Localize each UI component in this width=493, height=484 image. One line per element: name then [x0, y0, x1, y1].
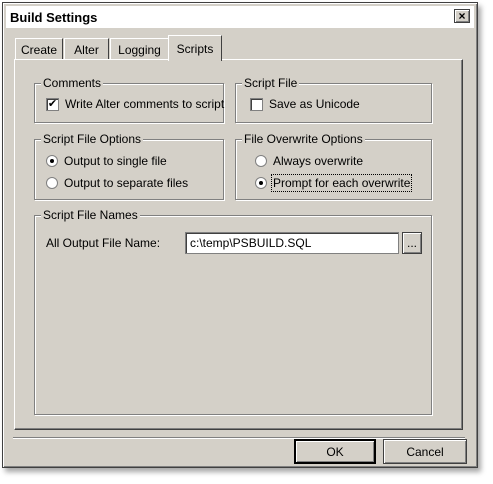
tab-scripts-label: Scripts [176, 41, 214, 56]
browse-ellipsis-icon: ... [406, 236, 417, 250]
cancel-button[interactable]: Cancel [383, 439, 467, 464]
close-button[interactable]: × [454, 9, 470, 23]
file-overwrite-options-legend: File Overwrite Options [242, 132, 365, 146]
build-settings-dialog: Build Settings × Create Alter Logging Sc… [2, 2, 478, 468]
script-file-group: Script File Save as Unicode [235, 76, 432, 123]
ok-button[interactable]: OK [294, 439, 376, 464]
script-file-legend: Script File [242, 76, 300, 90]
always-overwrite-radio-circle[interactable] [255, 155, 267, 167]
scripts-tab-panel: Comments ✔ Write Alter comments to scrip… [14, 59, 463, 430]
tab-alter-label: Alter [74, 42, 99, 57]
output-single-file-radio-circle[interactable] [46, 155, 58, 167]
output-separate-files-label: Output to separate files [64, 176, 189, 190]
tab-scripts[interactable]: Scripts [168, 35, 222, 61]
write-alter-comments-checkbox[interactable]: ✔ Write Alter comments to script [46, 97, 224, 111]
tab-logging[interactable]: Logging [110, 38, 169, 60]
comments-group: Comments ✔ Write Alter comments to scrip… [34, 76, 224, 123]
always-overwrite-label: Always overwrite [273, 154, 364, 168]
script-file-options-legend: Script File Options [41, 132, 144, 146]
output-single-file-radio[interactable]: Output to single file [46, 154, 167, 168]
save-as-unicode-checkbox-box[interactable] [250, 97, 263, 111]
script-file-names-group: Script File Names All Output File Name: … [34, 208, 432, 415]
radio-selected-dot [259, 181, 263, 185]
save-as-unicode-checkbox[interactable]: Save as Unicode [250, 97, 360, 111]
dialog-title: Build Settings [10, 9, 98, 25]
write-alter-comments-label: Write Alter comments to script [65, 97, 225, 111]
tab-alter[interactable]: Alter [64, 38, 109, 60]
prompt-each-overwrite-label: Prompt for each overwrite [270, 174, 413, 192]
save-as-unicode-label: Save as Unicode [269, 97, 360, 111]
tab-logging-label: Logging [118, 42, 161, 57]
title-bar: Build Settings × [6, 6, 474, 28]
script-file-options-group: Script File Options Output to single fil… [34, 132, 224, 200]
script-file-names-legend: Script File Names [41, 208, 140, 222]
output-separate-files-radio-circle[interactable] [46, 177, 58, 189]
prompt-each-overwrite-radio-circle[interactable] [255, 177, 267, 189]
output-single-file-label: Output to single file [64, 154, 167, 168]
browse-button[interactable]: ... [402, 232, 422, 254]
always-overwrite-radio[interactable]: Always overwrite [255, 154, 363, 168]
comments-legend: Comments [41, 76, 104, 90]
file-overwrite-options-group: File Overwrite Options Always overwrite … [235, 132, 432, 200]
close-icon: × [458, 9, 466, 23]
tab-create-label: Create [20, 42, 58, 57]
ok-button-label: OK [326, 444, 344, 459]
write-alter-checkbox-box[interactable]: ✔ [46, 97, 59, 111]
all-output-file-name-input[interactable]: c:\temp\PSBUILD.SQL [185, 232, 399, 254]
radio-selected-dot [50, 159, 54, 163]
tab-create[interactable]: Create [15, 38, 63, 60]
prompt-each-overwrite-radio[interactable]: Prompt for each overwrite [255, 174, 413, 192]
all-output-file-name-label: All Output File Name: [46, 236, 161, 250]
checkmark-icon: ✔ [47, 97, 58, 110]
cancel-button-label: Cancel [406, 444, 444, 459]
output-separate-files-radio[interactable]: Output to separate files [46, 176, 188, 190]
